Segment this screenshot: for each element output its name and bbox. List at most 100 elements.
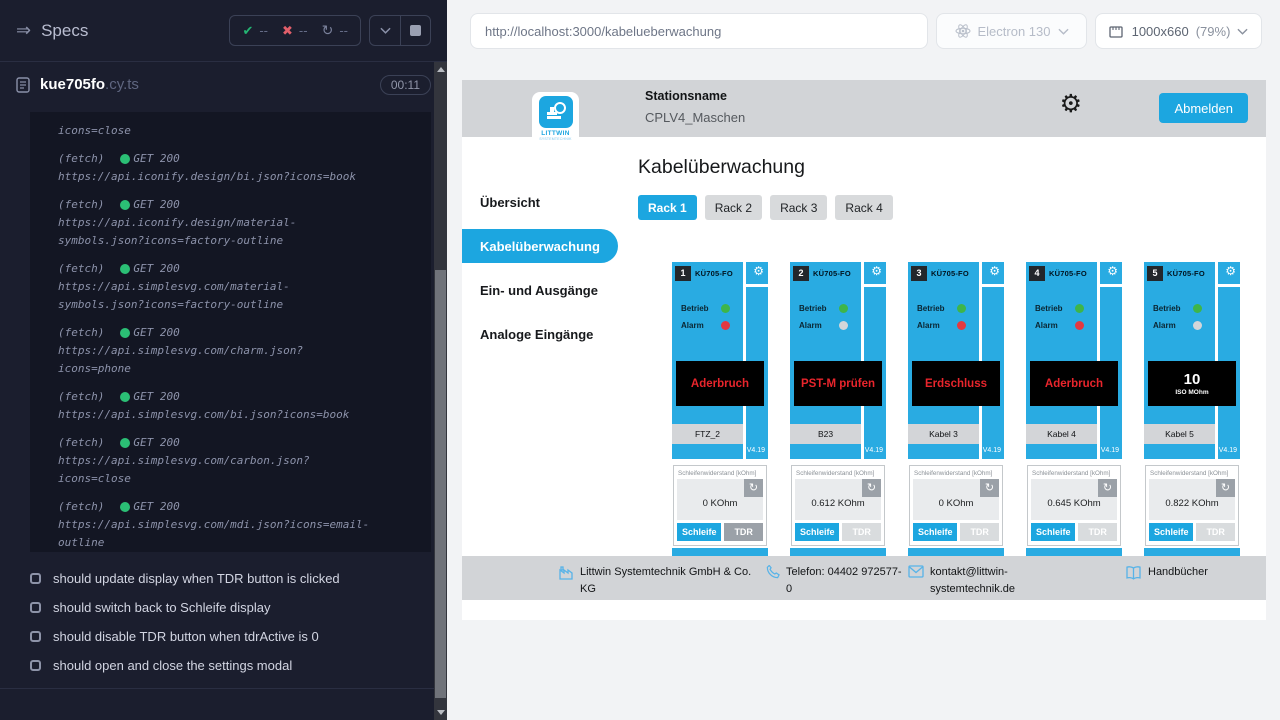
status-ok-icon [120, 438, 130, 448]
log-url-line: outline [58, 534, 423, 552]
spec-row[interactable]: kue705fo.cy.ts 00:11 [0, 62, 447, 108]
spec-name: kue705fo [40, 76, 105, 93]
card-display-area: 2KÜ705-FO⚙BetriebAlarmPST-M prüfenB23V4.… [790, 262, 886, 459]
fetch-label: (fetch) [58, 388, 104, 406]
card-leds: BetriebAlarm [1035, 304, 1084, 338]
resistance-panel: Schleifenwiderstand [kOhm]↻0.645 KOhmSch… [1027, 465, 1121, 546]
status-display: PST-M prüfen [794, 361, 882, 406]
schleife-button[interactable]: Schleife [1031, 523, 1075, 541]
resistance-value: 0.822 KOhm [1149, 498, 1235, 509]
tab-rack-3[interactable]: Rack 3 [770, 195, 827, 220]
tab-rack-4[interactable]: Rack 4 [835, 195, 892, 220]
log-url-line: https://api.iconify.design/bi.json?icons… [58, 168, 423, 186]
stop-button[interactable] [400, 16, 430, 45]
passed-icon: ✔ [242, 23, 253, 39]
sidebar-item--bersicht[interactable]: Übersicht [462, 185, 620, 219]
card-buttons: SchleifeTDR [677, 523, 763, 541]
test-item[interactable]: should open and close the settings modal [30, 651, 431, 680]
browser-select[interactable]: Electron 130 [936, 13, 1087, 49]
device-card: 3KÜ705-FO⚙BetriebAlarmErdschlussKabel 3V… [908, 262, 1004, 560]
tdr-button[interactable]: TDR [960, 523, 999, 541]
tdr-button[interactable]: TDR [1078, 523, 1117, 541]
ruler-icon [1109, 24, 1125, 38]
status-code: GET 200 [133, 260, 179, 278]
schleife-button[interactable]: Schleife [1149, 523, 1193, 541]
card-gear-icon[interactable]: ⚙ [1107, 265, 1118, 277]
card-leds: BetriebAlarm [1153, 304, 1202, 338]
card-model-label: KÜ705-FO [813, 269, 851, 278]
viewport-select[interactable]: 1000x660 (79%) [1095, 13, 1262, 49]
tab-rack-1[interactable]: Rack 1 [638, 195, 697, 220]
card-header: 2KÜ705-FO [790, 262, 851, 284]
tdr-button[interactable]: TDR [842, 523, 881, 541]
test-item-label: should switch back to Schleife display [53, 600, 271, 615]
logout-button[interactable]: Abmelden [1159, 93, 1248, 123]
device-card: 4KÜ705-FO⚙BetriebAlarmAderbruchKabel 4V4… [1026, 262, 1122, 560]
card-gear-icon[interactable]: ⚙ [871, 265, 882, 277]
status-display: 10ISO MOhm [1148, 361, 1236, 406]
settings-gear-icon[interactable]: ⚙ [1060, 92, 1082, 117]
firmware-version: V4.19 [1101, 447, 1119, 454]
specs-toggle[interactable]: ⇒ Specs [16, 20, 88, 41]
sidebar-item-ein-und-ausg-nge[interactable]: Ein- und Ausgänge [462, 273, 620, 307]
card-model-label: KÜ705-FO [1167, 269, 1205, 278]
refresh-icon[interactable]: ↻ [980, 479, 999, 497]
resistance-panel: Schleifenwiderstand [kOhm]↻0.612 KOhmSch… [791, 465, 885, 546]
littwin-logo: LITTWIN SYSTEMTECHNIK [532, 92, 579, 146]
collapse-button[interactable] [370, 16, 400, 45]
refresh-icon[interactable]: ↻ [1216, 479, 1235, 497]
led-green-icon [1193, 304, 1202, 313]
log-url-line: https://api.simplesvg.com/mdi.json?icons… [58, 516, 423, 534]
display-status-text: Aderbruch [691, 378, 749, 390]
spec-ext: .cy.ts [105, 76, 139, 93]
factory-icon [558, 565, 574, 581]
pending-count: -- [339, 23, 348, 38]
card-gear-icon[interactable]: ⚙ [753, 265, 764, 277]
card-display-area: 5KÜ705-FO⚙BetriebAlarm10ISO MOhmKabel 5V… [1144, 262, 1240, 459]
footer-phone[interactable]: Telefon: 04402 972577-0 [765, 564, 908, 597]
refresh-icon[interactable]: ↻ [862, 479, 881, 497]
failed-count: -- [299, 23, 308, 38]
footer-phone-text: Telefon: 04402 972577-0 [786, 564, 904, 597]
sidebar-item-kabel-berwachung[interactable]: Kabelüberwachung [462, 229, 618, 263]
card-gear-icon[interactable]: ⚙ [1225, 265, 1236, 277]
status-ok-icon [120, 502, 130, 512]
fetch-label: (fetch) [58, 434, 104, 452]
card-buttons: SchleifeTDR [795, 523, 881, 541]
refresh-icon[interactable]: ↻ [744, 479, 763, 497]
scroll-up-icon[interactable] [437, 67, 445, 72]
url-input[interactable]: http://localhost:3000/kabelueberwachung [470, 13, 928, 49]
card-leds: BetriebAlarm [799, 304, 848, 338]
tdr-button[interactable]: TDR [724, 523, 763, 541]
cypress-header: ⇒ Specs ✔-- ✖-- ↻-- [0, 0, 447, 62]
tab-rack-2[interactable]: Rack 2 [705, 195, 762, 220]
footer-email[interactable]: kontakt@littwin-systemtechnik.de [908, 564, 1068, 597]
status-ok-icon [120, 154, 130, 164]
sidebar-item-analoge-eing-nge[interactable]: Analoge Eingänge [462, 317, 620, 351]
card-gear-icon[interactable]: ⚙ [989, 265, 1000, 277]
card-buttons: SchleifeTDR [1031, 523, 1117, 541]
led-red-icon [957, 321, 966, 330]
scroll-down-icon[interactable] [437, 710, 445, 715]
test-item[interactable]: should update display when TDR button is… [30, 564, 431, 593]
log-status-line: (fetch)GET 200 [58, 260, 423, 278]
led-row: Betrieb [917, 304, 966, 313]
schleife-button[interactable]: Schleife [795, 523, 839, 541]
display-value: 10 [1184, 371, 1201, 388]
rack-tabs: Rack 1 Rack 2 Rack 3 Rack 4 [638, 195, 893, 220]
schleife-button[interactable]: Schleife [677, 523, 721, 541]
logo-subtext: SYSTEMTECHNIK [539, 137, 571, 141]
test-item[interactable]: should disable TDR button when tdrActive… [30, 622, 431, 651]
tdr-button[interactable]: TDR [1196, 523, 1235, 541]
display-status-text: PST-M prüfen [801, 378, 875, 390]
test-item[interactable]: should switch back to Schleife display [30, 593, 431, 622]
schleife-button[interactable]: Schleife [913, 523, 957, 541]
resistance-value: 0.645 KOhm [1031, 498, 1117, 509]
test-item-label: should open and close the settings modal [53, 658, 292, 673]
scrollbar-thumb[interactable] [435, 270, 446, 698]
log-status-line: (fetch)GET 200 [58, 434, 423, 452]
led-label: Alarm [799, 321, 835, 330]
refresh-icon[interactable]: ↻ [1098, 479, 1117, 497]
footer-manuals[interactable]: Handbücher [1125, 564, 1208, 581]
card-display-area: 3KÜ705-FO⚙BetriebAlarmErdschlussKabel 3V… [908, 262, 1004, 459]
